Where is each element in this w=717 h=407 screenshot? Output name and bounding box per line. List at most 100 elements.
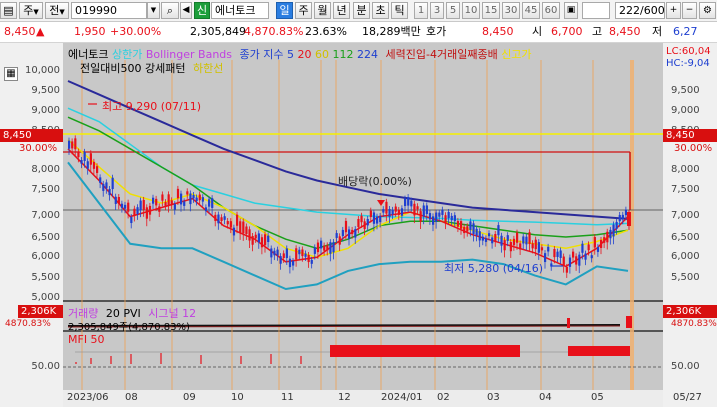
candle-body: [581, 243, 584, 253]
candle-body: [556, 251, 559, 257]
candle-body: [120, 203, 124, 208]
candle-body: [363, 221, 366, 230]
x-tick: 03: [487, 392, 500, 403]
legend-pattern1: 세력진입-4거래일째종배: [385, 48, 498, 61]
candle-body: [214, 214, 217, 221]
candle-body: [463, 226, 466, 234]
dividend-annotation: 배당락(0.00%): [338, 175, 412, 188]
candle-body: [341, 229, 344, 237]
candle-body: [472, 223, 475, 235]
candle-body: [273, 250, 276, 256]
candle-body: [232, 227, 236, 236]
candle-body: [621, 214, 624, 220]
candle-body: [176, 188, 180, 199]
candle-body: [488, 233, 491, 237]
candle-body: [354, 229, 357, 238]
candle-body: [254, 234, 257, 239]
y-tick-right: 9,500: [671, 85, 700, 96]
candle-body: [148, 205, 152, 215]
volume-bar: [567, 318, 570, 328]
candle-body: [444, 215, 447, 223]
candle-body: [173, 204, 176, 210]
candle-body: [456, 220, 460, 227]
candle-body: [332, 242, 335, 253]
y-tick: 6,000: [31, 251, 60, 262]
candle-body: [264, 234, 267, 246]
candle-body: [74, 138, 77, 150]
y-tick: 5,500: [31, 272, 60, 283]
candle-body: [575, 256, 578, 265]
candle-body: [248, 229, 251, 241]
candle-body: [413, 203, 416, 216]
y-tick: 8,000: [31, 164, 60, 175]
grid-icon[interactable]: ▦: [4, 67, 18, 81]
candle-body: [99, 177, 102, 183]
candle-body: [186, 191, 189, 195]
candle-body: [410, 200, 413, 207]
volume-tag-left: 2,306K: [18, 305, 63, 318]
x-tick: 10: [231, 392, 244, 403]
candle-body: [211, 198, 214, 208]
mfi-bar: [270, 354, 272, 364]
candle-body: [155, 198, 158, 206]
candle-body: [447, 211, 450, 219]
candle-body: [559, 250, 562, 258]
legend-ma60: 60: [315, 48, 330, 61]
y-tick-right: 9,000: [671, 105, 700, 116]
candle-body: [537, 242, 540, 253]
candle-body: [285, 248, 288, 259]
x-tick: 2023/06: [67, 392, 109, 403]
candle-body: [316, 242, 320, 253]
y-tick: 10,000: [25, 65, 60, 76]
candle-body: [478, 231, 481, 241]
candle-body: [195, 197, 198, 202]
volume-pct-tag-left: 4870.83%: [5, 319, 51, 329]
candle-body: [245, 226, 248, 234]
candle-body: [313, 247, 316, 254]
candle-body: [260, 237, 264, 248]
candle-body: [469, 221, 472, 230]
candle-body: [593, 237, 596, 248]
mfi-bar: [130, 354, 132, 364]
mfi-legend: MFI 50: [68, 333, 105, 346]
candle-body: [124, 204, 127, 209]
candle-body: [400, 208, 404, 216]
candle-body: [351, 229, 354, 235]
mfi-bar: [110, 356, 112, 364]
y-tick: 5,000: [31, 292, 60, 303]
candle-body: [142, 199, 145, 210]
price-tag-left: 8,450: [0, 129, 63, 142]
candle-body: [540, 247, 544, 251]
candle-body: [295, 248, 298, 260]
candle-body: [102, 183, 105, 191]
candle-body: [522, 236, 525, 244]
legend-ma112: 112: [332, 48, 354, 61]
candle-body: [267, 235, 270, 243]
candle-body: [114, 196, 117, 204]
candle-body: [394, 206, 397, 212]
candle-body: [326, 245, 329, 251]
candle-body: [509, 242, 512, 252]
ma112-line: [67, 107, 629, 226]
candle-body: [568, 257, 572, 267]
candle-body: [208, 199, 211, 207]
candle-body: [89, 153, 92, 165]
candle-body: [491, 237, 494, 244]
y-tick: 7,000: [31, 210, 60, 221]
x-tick: 02: [437, 392, 450, 403]
candle-body: [80, 160, 83, 164]
candle-body: [497, 225, 500, 236]
candle-body: [590, 255, 593, 259]
candle-body: [432, 216, 435, 225]
candle-body: [282, 253, 285, 259]
legend-lower-band: 하한선: [192, 62, 224, 75]
candle-body: [292, 260, 295, 266]
candle-body: [466, 226, 469, 232]
candle-body: [329, 242, 332, 254]
panel-divider: [63, 300, 663, 302]
candle-body: [77, 151, 80, 158]
volume-readout: 2,305,849주(4,870.83%): [68, 322, 190, 333]
candle-body: [198, 194, 201, 201]
candle-body: [565, 266, 568, 273]
candle-body: [310, 259, 313, 264]
